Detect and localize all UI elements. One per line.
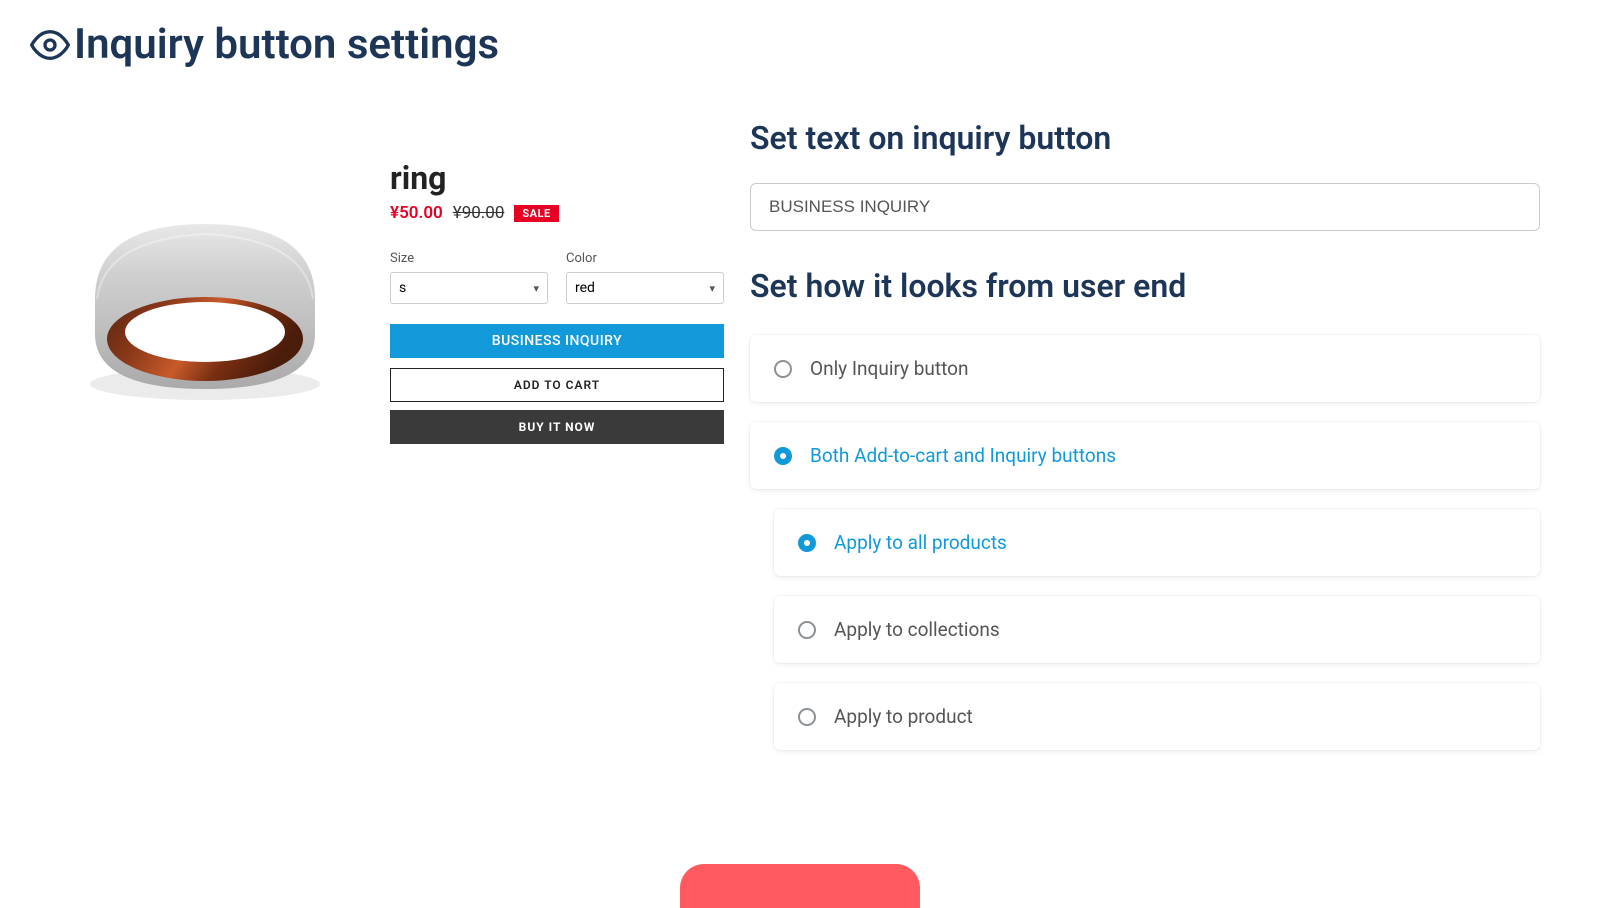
radio-icon bbox=[774, 360, 792, 378]
product-image bbox=[50, 149, 360, 459]
option-label: Only Inquiry button bbox=[810, 357, 968, 380]
option-apply-all[interactable]: Apply to all products bbox=[774, 509, 1540, 576]
option-apply-product[interactable]: Apply to product bbox=[774, 683, 1540, 750]
radio-icon bbox=[798, 621, 816, 639]
buy-it-now-button[interactable]: BUY IT NOW bbox=[390, 410, 724, 444]
save-button[interactable] bbox=[680, 864, 920, 908]
option-label: Apply to product bbox=[834, 705, 973, 728]
eye-icon bbox=[30, 25, 70, 65]
color-label: Color bbox=[566, 251, 724, 266]
inquiry-button-text-input[interactable] bbox=[750, 183, 1540, 231]
option-apply-collections[interactable]: Apply to collections bbox=[774, 596, 1540, 663]
option-label: Apply to all products bbox=[834, 531, 1007, 554]
page-title-text: Inquiry button settings bbox=[74, 20, 499, 69]
radio-icon bbox=[798, 708, 816, 726]
business-inquiry-button[interactable]: BUSINESS INQUIRY bbox=[390, 324, 724, 358]
chevron-down-icon: ▾ bbox=[709, 282, 715, 295]
option-label: Both Add-to-cart and Inquiry buttons bbox=[810, 444, 1116, 467]
sale-badge: SALE bbox=[514, 205, 558, 222]
radio-icon bbox=[798, 534, 816, 552]
option-label: Apply to collections bbox=[834, 618, 1000, 641]
size-label: Size bbox=[390, 251, 548, 266]
product-preview: ring ¥50.00 ¥90.00 SALE Size s ▾ bbox=[30, 119, 750, 770]
option-only-inquiry[interactable]: Only Inquiry button bbox=[750, 335, 1540, 402]
settings-panel: Set text on inquiry button Set how it lo… bbox=[750, 119, 1570, 770]
size-select[interactable]: s ▾ bbox=[390, 272, 548, 304]
add-to-cart-button[interactable]: ADD TO CART bbox=[390, 368, 724, 402]
option-both-buttons[interactable]: Both Add-to-cart and Inquiry buttons bbox=[750, 422, 1540, 489]
page-title: Inquiry button settings bbox=[30, 20, 1570, 69]
product-name: ring bbox=[390, 159, 724, 197]
color-select[interactable]: red ▾ bbox=[566, 272, 724, 304]
radio-icon bbox=[774, 447, 792, 465]
color-value: red bbox=[575, 280, 595, 296]
size-value: s bbox=[399, 280, 406, 296]
section-looks-title: Set how it looks from user end bbox=[750, 267, 1540, 305]
section-text-title: Set text on inquiry button bbox=[750, 119, 1540, 157]
product-price: ¥50.00 bbox=[390, 203, 443, 223]
compare-price: ¥90.00 bbox=[453, 203, 505, 223]
chevron-down-icon: ▾ bbox=[533, 282, 539, 295]
